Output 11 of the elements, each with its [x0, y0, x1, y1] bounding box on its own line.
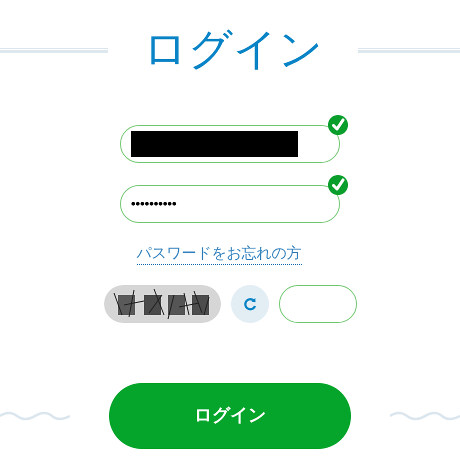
- password-field[interactable]: ••••••••••: [120, 185, 340, 223]
- page-title: ログイン: [142, 28, 324, 72]
- refresh-icon: [242, 296, 256, 311]
- wave-decoration: [390, 410, 460, 422]
- forgot-password-link[interactable]: パスワードをお忘れの方: [136, 245, 302, 265]
- captcha-input[interactable]: [278, 284, 356, 323]
- wave-decoration: [0, 410, 70, 422]
- username-field[interactable]: [120, 125, 340, 163]
- password-value: ••••••••••: [131, 195, 177, 214]
- refresh-button[interactable]: [230, 284, 268, 323]
- login-button[interactable]: ログイン: [109, 382, 351, 449]
